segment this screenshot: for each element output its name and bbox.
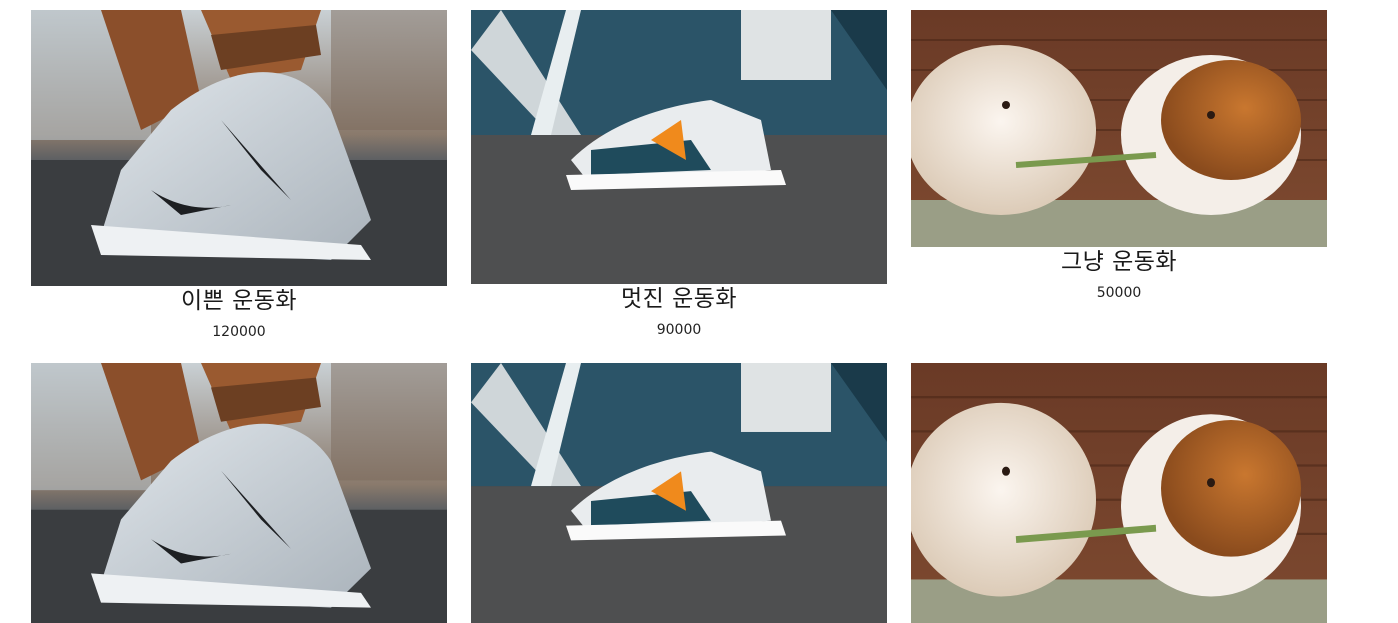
kswiss-sneaker-photo[interactable]: [471, 10, 887, 284]
product-card[interactable]: [911, 363, 1327, 623]
guinea-pigs-photo[interactable]: [911, 10, 1327, 247]
nike-sneaker-photo[interactable]: [31, 363, 447, 623]
product-price: 50000: [1096, 285, 1142, 301]
kswiss-sneaker-photo[interactable]: [471, 363, 887, 623]
product-card[interactable]: [31, 363, 447, 623]
product-card[interactable]: 그냥 운동화 50000: [911, 10, 1327, 303]
product-name[interactable]: 그냥 운동화: [911, 247, 1327, 277]
product-card[interactable]: [471, 363, 887, 623]
product-price: 90000: [656, 322, 702, 338]
product-grid: 이쁜 운동화 120000 멋진 운동화 90000 그냥 운동화 50000: [0, 0, 1398, 623]
guinea-pigs-photo[interactable]: [911, 363, 1327, 623]
product-name[interactable]: 이쁜 운동화: [31, 286, 447, 316]
product-card[interactable]: 멋진 운동화 90000: [471, 10, 887, 340]
nike-sneaker-photo[interactable]: [31, 10, 447, 286]
product-name[interactable]: 멋진 운동화: [471, 284, 887, 314]
product-card[interactable]: 이쁜 운동화 120000: [31, 10, 447, 342]
product-price: 120000: [212, 324, 266, 340]
